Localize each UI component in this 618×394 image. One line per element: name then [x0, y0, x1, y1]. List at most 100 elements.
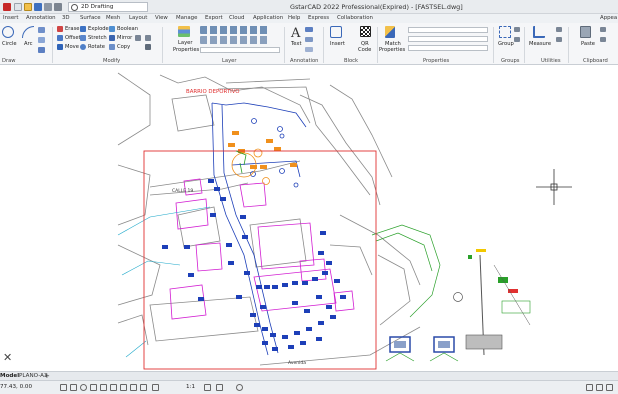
mirror-button[interactable]: Mirror: [117, 35, 132, 41]
isolate-objects-icon[interactable]: [586, 384, 593, 391]
lineweight-dropdown[interactable]: [408, 45, 488, 51]
tab-cloud[interactable]: Cloud: [229, 15, 244, 21]
annotation-scale-icon[interactable]: [152, 384, 159, 391]
erase-button[interactable]: Erase: [65, 26, 79, 32]
boolean-button[interactable]: Boolean: [117, 26, 138, 32]
explode-button[interactable]: Explode: [88, 26, 109, 32]
stretch-button[interactable]: Stretch: [88, 35, 107, 41]
hatch-icon[interactable]: [38, 47, 45, 53]
dimension-icon[interactable]: [305, 27, 313, 32]
leader-icon[interactable]: [305, 37, 313, 42]
panel-draw-label[interactable]: Draw: [2, 58, 16, 64]
color-dropdown[interactable]: [408, 27, 488, 33]
group-edit-icon[interactable]: [514, 37, 520, 42]
annotation-visibility-icon[interactable]: [204, 384, 211, 391]
workspace-dropdown[interactable]: 2D Drafting: [68, 2, 148, 12]
drawing-svg[interactable]: [0, 65, 618, 371]
tab-insert[interactable]: Insert: [3, 15, 18, 21]
circle-icon[interactable]: [2, 26, 14, 38]
workspace-switch-icon[interactable]: [236, 384, 243, 391]
qr-code-button-line2[interactable]: Code: [358, 47, 371, 53]
tab-model[interactable]: Model: [0, 373, 19, 379]
open-folder-icon[interactable]: [24, 3, 32, 11]
trim-icon[interactable]: [135, 35, 141, 41]
tab-manage[interactable]: Manage: [176, 15, 197, 21]
otrack-toggle-icon[interactable]: [110, 384, 117, 391]
save-icon[interactable]: [34, 3, 42, 11]
panel-clipboard-label[interactable]: Clipboard: [583, 58, 608, 64]
tab-appearance[interactable]: Appea: [600, 15, 617, 21]
layer-properties-button[interactable]: Layer: [178, 40, 192, 46]
cut-icon[interactable]: [600, 27, 606, 32]
grid-toggle-icon[interactable]: [60, 384, 67, 391]
insert-button[interactable]: Insert: [330, 41, 345, 47]
tab-express[interactable]: Express: [308, 15, 329, 21]
close-command-icon[interactable]: ✕: [3, 351, 12, 364]
undo-icon[interactable]: [54, 3, 62, 11]
lineweight-toggle-icon[interactable]: [120, 384, 127, 391]
table-icon[interactable]: [305, 47, 313, 52]
polyline-icon[interactable]: [38, 27, 45, 33]
terrain-outline: [371, 224, 441, 318]
offset-button[interactable]: Offset: [65, 35, 81, 41]
scale-icon[interactable]: [145, 44, 151, 50]
ortho-toggle-icon[interactable]: [80, 384, 87, 391]
tab-3d[interactable]: 3D: [62, 15, 70, 21]
panel-block-label[interactable]: Block: [344, 58, 358, 64]
arc-icon[interactable]: [22, 26, 34, 38]
copy-button[interactable]: Copy: [117, 44, 130, 50]
tab-view[interactable]: View: [155, 15, 168, 21]
panel-annotation-label[interactable]: Annotation: [290, 58, 318, 64]
layer-properties-button-line2[interactable]: Properties: [173, 47, 199, 53]
panel-utilities-label[interactable]: Utilities: [541, 58, 561, 64]
customize-status-icon[interactable]: [606, 384, 613, 391]
divider: [524, 27, 525, 63]
tab-mesh[interactable]: Mesh: [106, 15, 120, 21]
group-button[interactable]: Group: [498, 41, 514, 47]
tab-layout[interactable]: Layout: [129, 15, 147, 21]
panel-properties-label[interactable]: Properties: [423, 58, 449, 64]
tab-export[interactable]: Export: [205, 15, 223, 21]
layer-dropdown[interactable]: [200, 47, 280, 53]
copy-clip-icon[interactable]: [600, 37, 606, 42]
drawing-canvas[interactable]: BARRIO DEPORTIVO CALLE 19 Avenida ✕: [0, 65, 618, 371]
panel-modify-label[interactable]: Modify: [103, 58, 120, 64]
linetype-dropdown[interactable]: [408, 36, 488, 42]
annotation-scale[interactable]: 1:1: [186, 384, 195, 390]
auto-scale-icon[interactable]: [216, 384, 223, 391]
select-all-icon[interactable]: [556, 37, 562, 42]
ungroup-icon[interactable]: [514, 27, 520, 32]
tab-collaboration[interactable]: Collaboration: [337, 15, 373, 21]
snap-toggle-icon[interactable]: [70, 384, 77, 391]
rectangle-icon[interactable]: [38, 37, 45, 43]
add-layout-button[interactable]: +: [44, 372, 50, 380]
arc-button[interactable]: Arc: [24, 41, 32, 47]
osnap-toggle-icon[interactable]: [100, 384, 107, 391]
new-file-icon[interactable]: [14, 3, 22, 11]
rotate-button[interactable]: Rotate: [88, 44, 105, 50]
panel-groups-label[interactable]: Groups: [501, 58, 520, 64]
fillet-icon[interactable]: [145, 35, 151, 41]
panel-layer-label[interactable]: Layer: [222, 58, 236, 64]
measure-button[interactable]: Measure: [529, 41, 551, 47]
paste-button[interactable]: Paste: [581, 41, 595, 47]
tab-help[interactable]: Help: [288, 15, 300, 21]
selection-cycling-icon[interactable]: [140, 384, 147, 391]
calculator-icon[interactable]: [556, 27, 562, 32]
pole-detail: [453, 249, 531, 356]
coordinates-readout: 77.43, 0.00: [0, 384, 33, 390]
tab-annotation[interactable]: Annotation: [26, 15, 56, 21]
tab-surface[interactable]: Surface: [80, 15, 101, 21]
layer-tools-icon[interactable]: [200, 26, 270, 34]
transparency-toggle-icon[interactable]: [130, 384, 137, 391]
polar-toggle-icon[interactable]: [90, 384, 97, 391]
match-properties-button-line2[interactable]: Properties: [379, 47, 405, 53]
layer-state-icon[interactable]: [200, 36, 270, 44]
print-icon[interactable]: [44, 3, 52, 11]
move-button[interactable]: Move: [65, 44, 79, 50]
fullscreen-icon[interactable]: [596, 384, 603, 391]
app-logo-icon[interactable]: [3, 3, 11, 11]
tab-application[interactable]: Application: [253, 15, 283, 21]
text-button[interactable]: Text: [291, 41, 302, 47]
circle-button[interactable]: Circle: [2, 41, 17, 47]
